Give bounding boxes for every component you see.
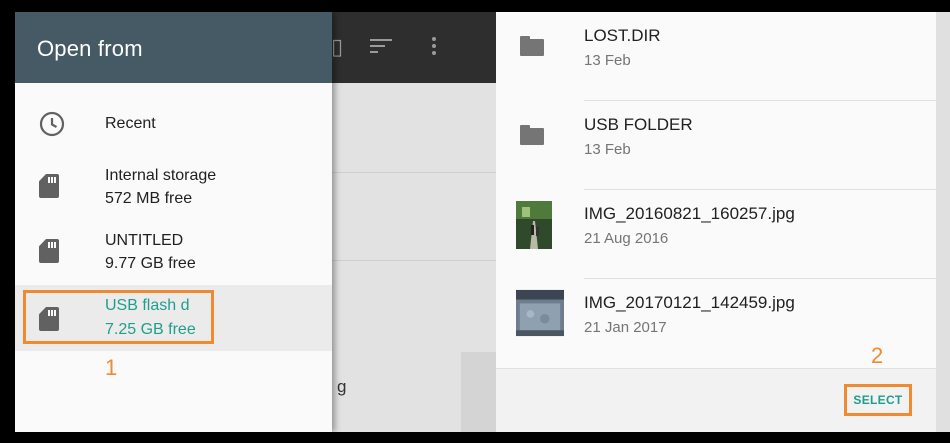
file-name: IMG_20160821_160257.jpg [584, 204, 795, 223]
list-item[interactable]: USB FOLDER 13 Feb [496, 101, 936, 190]
folder-icon [520, 36, 544, 56]
root-label: UNTITLED [105, 232, 184, 249]
drawer-title: Open from [37, 36, 143, 61]
root-free-space: 9.77 GB free [105, 255, 196, 272]
image-thumbnail [516, 289, 564, 337]
file-name: LOST.DIR [584, 26, 661, 45]
drawer-header: Open from [15, 12, 332, 83]
background-partial-icon: ▯ [331, 34, 344, 59]
background-divider [332, 172, 496, 173]
background-text: g [337, 377, 347, 396]
more-vert-icon[interactable] [431, 36, 437, 60]
root-item-internal-storage[interactable]: Internal storage 572 MB free [15, 155, 332, 217]
file-date: 13 Feb [584, 52, 631, 69]
list-item[interactable]: IMG_20160821_160257.jpg 21 Aug 2016 [496, 190, 936, 279]
file-name: USB FOLDER [584, 115, 693, 134]
root-item-recent[interactable]: Recent [15, 92, 332, 154]
annotation-number-2: 2 [871, 343, 884, 368]
list-item[interactable]: LOST.DIR 13 Feb [496, 12, 936, 101]
file-date: 13 Feb [584, 141, 631, 158]
bottom-action-bar: SELECT [496, 368, 936, 432]
root-free-space: 572 MB free [105, 190, 193, 207]
sort-icon[interactable] [370, 36, 392, 58]
root-label: Internal storage [105, 167, 217, 184]
background-divider [332, 260, 496, 261]
image-thumbnail [516, 201, 552, 249]
file-date: 21 Aug 2016 [584, 230, 669, 247]
sd-card-icon [39, 174, 63, 198]
folder-icon [520, 125, 544, 145]
file-name: IMG_20170121_142459.jpg [584, 293, 795, 312]
root-item-untitled[interactable]: UNTITLED 9.77 GB free [15, 220, 332, 282]
annotation-number-1: 1 [105, 355, 118, 380]
right-edge-strip [936, 12, 950, 432]
navigation-drawer: Open from Recent Internal storage 572 MB… [15, 12, 332, 432]
clock-icon [39, 111, 65, 137]
list-item[interactable]: IMG_20170121_142459.jpg 21 Jan 2017 [496, 279, 936, 368]
sd-card-icon [39, 239, 63, 263]
file-date: 21 Jan 2017 [584, 319, 667, 336]
background-strip [461, 352, 496, 432]
root-label: Recent [105, 115, 156, 132]
annotation-box-1 [23, 290, 214, 344]
select-button[interactable]: SELECT [844, 384, 912, 416]
left-screen: ▯ g Open from Recent Internal storage 57… [15, 12, 496, 432]
right-screen: LOST.DIR 13 Feb USB FOLDER 13 Feb IMG_20… [496, 12, 936, 432]
